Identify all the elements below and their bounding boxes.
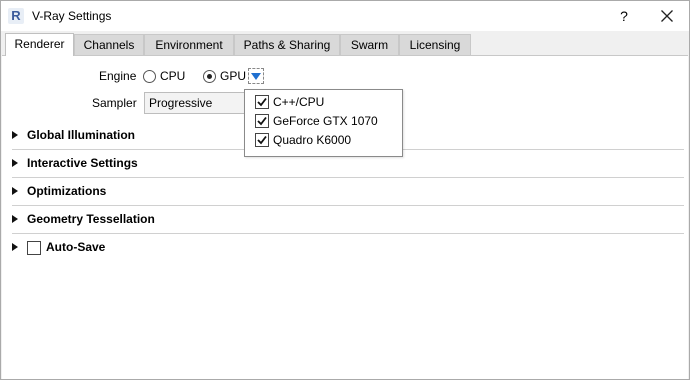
- vray-settings-window: R V-Ray Settings ? Renderer Channels Env…: [0, 0, 690, 380]
- auto-save-checkbox[interactable]: [27, 241, 41, 255]
- engine-cpu-label[interactable]: CPU: [160, 69, 185, 83]
- section-title: Interactive Settings: [27, 156, 138, 170]
- tab-paths-sharing[interactable]: Paths & Sharing: [234, 34, 340, 55]
- gpu-device-dropdown-button[interactable]: [248, 68, 264, 84]
- revit-app-icon: R: [8, 8, 24, 24]
- expand-arrow-icon: [12, 187, 18, 195]
- expand-arrow-icon: [12, 215, 18, 223]
- title-bar: R V-Ray Settings ?: [1, 1, 689, 31]
- checkmark-icon: [257, 116, 267, 126]
- gpu-device-dropdown: C++/CPU GeForce GTX 1070 Quadro K6000: [244, 89, 403, 157]
- device-checkbox[interactable]: [255, 114, 269, 128]
- sampler-value: Progressive: [149, 96, 213, 110]
- section-auto-save[interactable]: Auto-Save: [12, 234, 684, 261]
- sampler-label: Sampler: [92, 96, 137, 110]
- engine-label: Engine: [99, 69, 137, 83]
- tab-strip: Renderer Channels Environment Paths & Sh…: [1, 33, 689, 56]
- device-label: Quadro K6000: [273, 133, 352, 147]
- engine-cpu-radio[interactable]: [143, 70, 156, 83]
- close-button[interactable]: [655, 5, 679, 27]
- section-geometry-tessellation[interactable]: Geometry Tessellation: [12, 206, 684, 234]
- section-title: Global Illumination: [27, 128, 135, 142]
- section-title: Optimizations: [27, 184, 107, 198]
- window-title: V-Ray Settings: [32, 9, 112, 23]
- device-item-quadro-k6000[interactable]: Quadro K6000: [253, 131, 398, 149]
- section-title: Geometry Tessellation: [27, 212, 155, 226]
- help-button[interactable]: ?: [611, 1, 637, 31]
- device-item-cpp-cpu[interactable]: C++/CPU: [253, 93, 398, 111]
- checkmark-icon: [257, 135, 267, 145]
- expand-arrow-icon: [12, 159, 18, 167]
- tab-channels[interactable]: Channels: [74, 34, 144, 55]
- device-checkbox[interactable]: [255, 95, 269, 109]
- tab-licensing[interactable]: Licensing: [399, 34, 471, 55]
- device-item-geforce-gtx-1070[interactable]: GeForce GTX 1070: [253, 112, 398, 130]
- device-label: GeForce GTX 1070: [273, 114, 378, 128]
- sampler-select[interactable]: Progressive: [144, 92, 256, 114]
- engine-gpu-label[interactable]: GPU: [220, 69, 246, 83]
- section-title: Auto-Save: [46, 240, 106, 254]
- dropdown-arrow-icon: [251, 73, 261, 80]
- section-optimizations[interactable]: Optimizations: [12, 178, 684, 206]
- close-icon: [661, 10, 673, 22]
- tab-swarm[interactable]: Swarm: [340, 34, 399, 55]
- tab-renderer[interactable]: Renderer: [5, 33, 74, 56]
- engine-gpu-radio[interactable]: [203, 70, 216, 83]
- tab-environment[interactable]: Environment: [144, 34, 234, 55]
- checkmark-icon: [257, 97, 267, 107]
- device-checkbox[interactable]: [255, 133, 269, 147]
- expand-arrow-icon: [12, 243, 18, 251]
- expand-arrow-icon: [12, 131, 18, 139]
- device-label: C++/CPU: [273, 95, 325, 109]
